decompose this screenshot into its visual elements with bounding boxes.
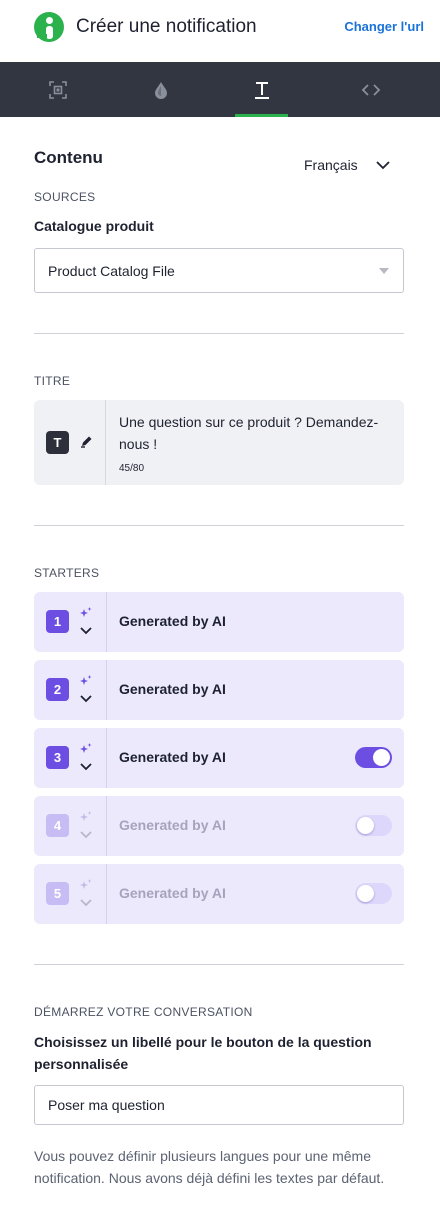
brand-logo-icon xyxy=(34,12,64,42)
divider xyxy=(34,525,404,526)
text-type-badge: T xyxy=(46,431,69,454)
titre-caption: TITRE xyxy=(34,374,71,388)
starter-item[interactable]: 3 Generated by AI xyxy=(34,728,404,788)
starter-number: 5 xyxy=(46,882,69,905)
character-counter: 45/80 xyxy=(119,463,145,474)
starter-number: 4 xyxy=(46,814,69,837)
drop-icon xyxy=(155,81,167,99)
ai-sparkle-icon[interactable] xyxy=(79,606,93,620)
divider xyxy=(34,964,404,965)
editor-tabbar xyxy=(0,62,440,117)
change-url-link[interactable]: Changer l'url xyxy=(344,19,424,34)
starter-item[interactable]: 4 Generated by AI xyxy=(34,796,404,856)
starter-controls: 3 xyxy=(34,728,107,788)
custom-question-input-value: Poser ma question xyxy=(48,1097,165,1113)
ai-sparkle-icon[interactable] xyxy=(79,674,93,688)
starter-label: Generated by AI xyxy=(119,885,226,901)
starter-number: 1 xyxy=(46,610,69,633)
starter-toggle[interactable] xyxy=(355,747,392,768)
starter-label: Generated by AI xyxy=(119,613,226,629)
starter-toggle[interactable] xyxy=(355,815,392,836)
tab-content[interactable] xyxy=(235,62,288,117)
divider xyxy=(34,333,404,334)
catalog-select[interactable]: Product Catalog File xyxy=(34,248,404,293)
starter-number: 3 xyxy=(46,746,69,769)
sources-caption: SOURCES xyxy=(34,190,96,204)
chevron-down-icon xyxy=(376,160,390,169)
chevron-down-icon[interactable] xyxy=(80,899,92,907)
starter-controls: 1 xyxy=(34,592,107,652)
starter-controls: 5 xyxy=(34,864,107,924)
title-card: T Une question sur ce produit ? Demandez… xyxy=(34,400,404,485)
chevron-down-icon[interactable] xyxy=(80,627,92,635)
starter-toggle[interactable] xyxy=(355,883,392,904)
starter-label: Generated by AI xyxy=(119,749,226,765)
catalog-label: Catalogue produit xyxy=(34,218,154,234)
starters-caption: STARTERS xyxy=(34,566,100,580)
conversation-caption: DÉMARREZ VOTRE CONVERSATION xyxy=(34,1005,253,1019)
catalog-select-value: Product Catalog File xyxy=(48,262,175,279)
starter-item[interactable]: 5 Generated by AI xyxy=(34,864,404,924)
tab-style[interactable] xyxy=(131,62,191,117)
language-select[interactable]: Français xyxy=(304,157,390,173)
tab-layout[interactable] xyxy=(28,62,88,117)
frame-icon xyxy=(49,80,67,99)
text-icon xyxy=(254,81,269,99)
starter-label: Generated by AI xyxy=(119,681,226,697)
chevron-down-icon[interactable] xyxy=(80,695,92,703)
custom-question-input[interactable]: Poser ma question xyxy=(34,1085,404,1125)
page-title: Créer une notification xyxy=(76,16,257,37)
ai-sparkle-icon[interactable] xyxy=(79,742,93,756)
ai-sparkle-icon[interactable] xyxy=(79,810,93,824)
help-text: Vous pouvez définir plusieurs langues po… xyxy=(34,1148,385,1186)
section-title: Contenu xyxy=(34,148,103,167)
custom-question-label: Choisissez un libellé pour le bouton de … xyxy=(34,1034,372,1072)
starter-item[interactable]: 1 Generated by AI xyxy=(34,592,404,652)
chevron-down-icon[interactable] xyxy=(80,831,92,839)
code-icon xyxy=(361,83,381,96)
language-label: Français xyxy=(304,157,358,173)
dropdown-arrow-icon xyxy=(379,268,389,274)
ai-sparkle-icon[interactable] xyxy=(79,878,93,892)
title-card-controls: T xyxy=(34,400,106,485)
starter-label: Generated by AI xyxy=(119,817,226,833)
starter-number: 2 xyxy=(46,678,69,701)
chevron-down-icon[interactable] xyxy=(80,763,92,771)
tab-code[interactable] xyxy=(341,62,401,117)
edit-pen-icon[interactable] xyxy=(80,435,93,448)
title-text[interactable]: Une question sur ce produit ? Demandez-n… xyxy=(119,411,389,455)
starter-controls: 2 xyxy=(34,660,107,720)
starter-item[interactable]: 2 Generated by AI xyxy=(34,660,404,720)
starter-controls: 4 xyxy=(34,796,107,856)
header: Créer une notification Changer l'url xyxy=(0,0,440,62)
